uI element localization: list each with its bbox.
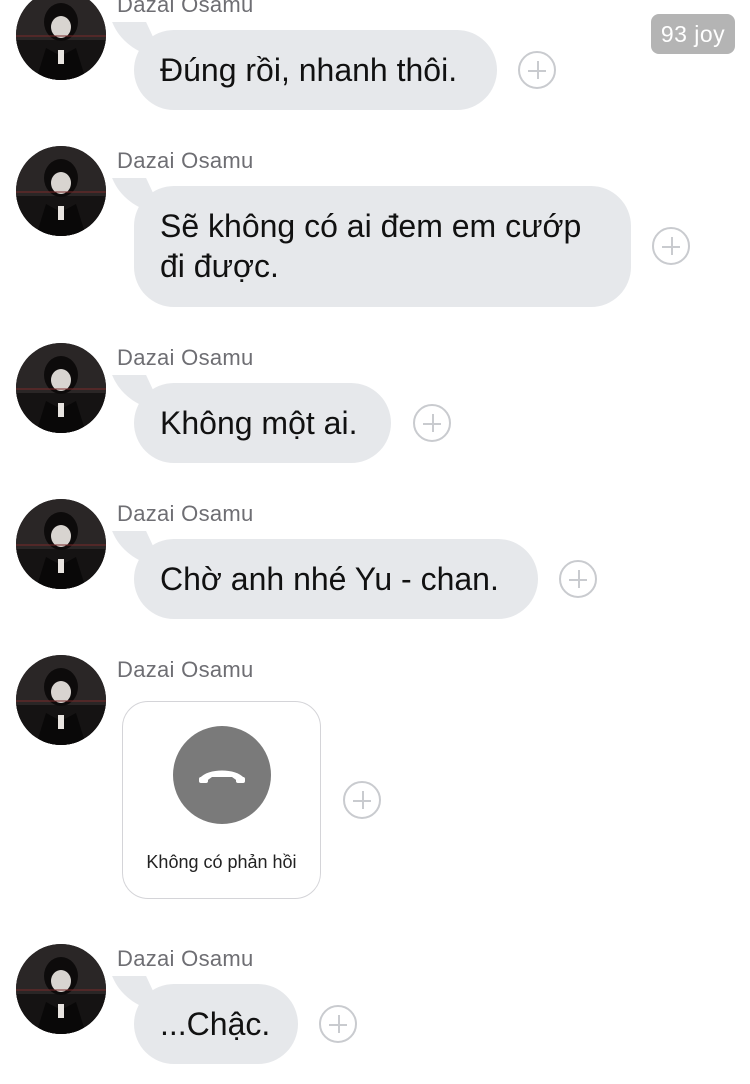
sender-name: Dazai Osamu — [117, 501, 254, 526]
message-text: Sẽ không có ai đem em cướp đi được. — [160, 208, 582, 284]
message-bubble[interactable]: Chờ anh nhé Yu - chan. — [134, 539, 538, 619]
avatar[interactable] — [16, 944, 106, 1034]
message-bubble[interactable]: Không một ai. — [134, 383, 391, 463]
avatar[interactable] — [16, 0, 106, 80]
sender-name: Dazai Osamu — [117, 946, 254, 971]
missed-call-card[interactable]: Không có phản hồi — [122, 701, 321, 899]
message-text: Đúng rồi, nhanh thôi. — [160, 52, 458, 88]
avatar[interactable] — [16, 146, 106, 236]
avatar-image — [16, 146, 106, 236]
avatar[interactable] — [16, 343, 106, 433]
message-text: ...Chậc. — [160, 1006, 271, 1042]
add-reaction-button[interactable] — [343, 781, 381, 819]
message-text: Không một ai. — [160, 405, 358, 441]
add-reaction-button[interactable] — [559, 560, 597, 598]
avatar[interactable] — [16, 499, 106, 589]
add-reaction-button[interactable] — [518, 51, 556, 89]
watermark-badge: 93 joy — [651, 14, 735, 54]
add-reaction-button[interactable] — [319, 1005, 357, 1043]
avatar-image — [16, 343, 106, 433]
avatar-image — [16, 0, 106, 80]
avatar-image — [16, 499, 106, 589]
add-reaction-button[interactable] — [652, 227, 690, 265]
message-bubble[interactable]: ...Chậc. — [134, 984, 298, 1064]
avatar-image — [16, 944, 106, 1034]
message-bubble[interactable]: Đúng rồi, nhanh thôi. — [134, 30, 497, 110]
message-text: Chờ anh nhé Yu - chan. — [160, 561, 499, 597]
avatar-image — [16, 655, 106, 745]
sender-name: Dazai Osamu — [117, 657, 254, 682]
sender-name: Dazai Osamu — [117, 148, 254, 173]
add-reaction-button[interactable] — [413, 404, 451, 442]
avatar[interactable] — [16, 655, 106, 745]
phone-hangup-icon — [199, 770, 245, 783]
sender-name: Dazai Osamu — [117, 0, 254, 17]
call-status-text: Không có phản hồi — [146, 852, 297, 872]
sender-name: Dazai Osamu — [117, 345, 254, 370]
message-bubble[interactable]: Sẽ không có ai đem em cướp đi được. — [134, 186, 631, 307]
call-icon-circle — [173, 726, 271, 824]
